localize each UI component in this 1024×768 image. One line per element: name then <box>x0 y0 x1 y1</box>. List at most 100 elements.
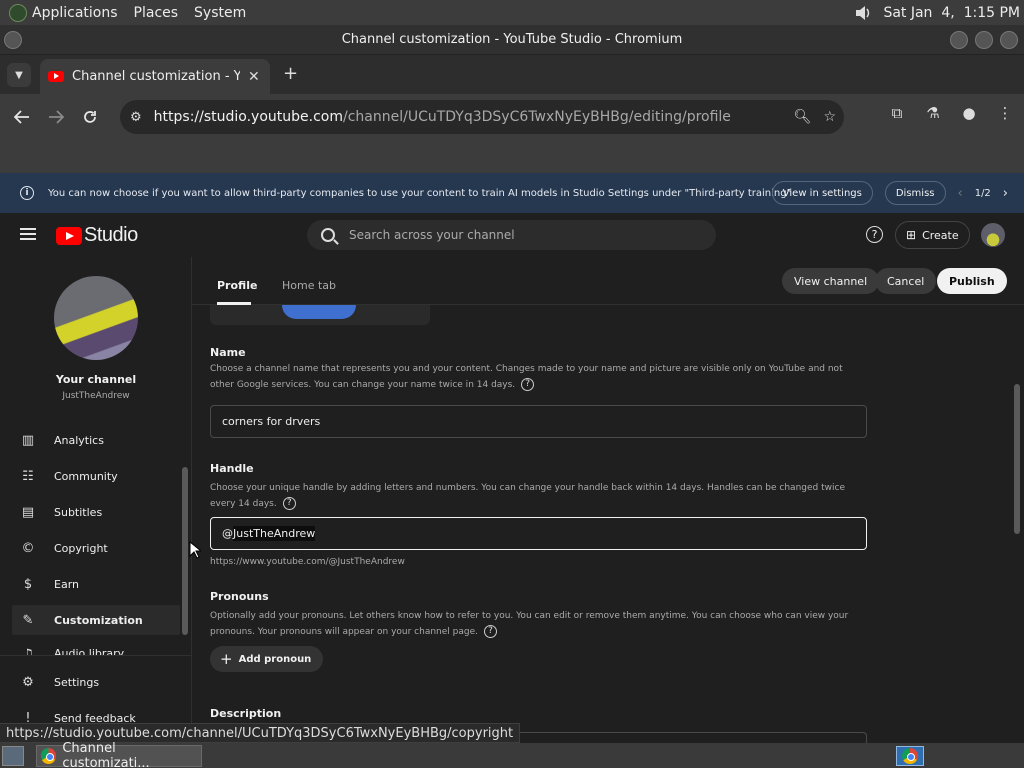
sidebar-item-audio-library[interactable]: ♫ Audio library <box>12 641 180 655</box>
extensions-icon[interactable]: ⧉ <box>886 102 908 124</box>
name-title: Name <box>210 346 246 359</box>
channel-avatar[interactable] <box>54 276 138 360</box>
back-arrow-icon <box>14 110 29 124</box>
add-pronoun-label: Add pronoun <box>238 653 312 665</box>
profile-icon[interactable]: ● <box>958 102 980 124</box>
subtitles-icon: ▤ <box>21 504 35 520</box>
gnome-foot-icon[interactable] <box>9 3 27 22</box>
site-info-icon[interactable]: ⚙ <box>130 110 142 125</box>
help-icon[interactable]: ? <box>282 497 296 510</box>
clock[interactable]: Sat Jan 4, 1:15 PM <box>883 5 1020 21</box>
account-avatar[interactable] <box>981 223 1005 247</box>
main-content: Profile Home tab View channel Cancel Pub… <box>192 257 1024 743</box>
main-scrollbar[interactable] <box>1014 384 1020 534</box>
sidebar-item-analytics[interactable]: ▥ Analytics <box>12 425 180 455</box>
window-titlebar[interactable]: Channel customization - YouTube Studio -… <box>0 25 1024 55</box>
handle-value: JustTheAndrew <box>233 526 316 541</box>
channel-handle: JustTheAndrew <box>62 391 130 401</box>
help-icon[interactable]: ? <box>521 378 535 391</box>
prev-chevron-icon[interactable]: ‹ <box>958 186 963 201</box>
create-label: Create <box>922 228 959 242</box>
copyright-icon: © <box>21 540 35 556</box>
handle-prefix: @ <box>222 527 233 540</box>
sidebar-item-label: Customization <box>54 613 143 627</box>
forward-button[interactable] <box>39 100 73 134</box>
url-path: /channel/UCuTDYq3DSyC6TwxNyEyBHBg/editin… <box>342 109 731 125</box>
window-menu-icon[interactable] <box>4 31 22 49</box>
profile-picture-preview <box>282 305 356 319</box>
next-chevron-icon[interactable]: › <box>1003 186 1008 201</box>
places-menu[interactable]: Places <box>134 5 179 21</box>
sidebar-item-customization[interactable]: ✎ Customization <box>12 605 180 635</box>
view-channel-button[interactable]: View channel <box>782 268 880 294</box>
sidebar-scrollbar[interactable] <box>182 467 188 635</box>
tab-title: Channel customization - YouTube Studio <box>72 69 240 84</box>
tab-profile[interactable]: Profile <box>217 279 257 292</box>
channel-name-field[interactable]: corners for drvers <box>210 405 867 438</box>
sidebar-item-settings[interactable]: ⚙ Settings <box>12 667 180 697</box>
taskbar-item-label: Channel customizati... <box>62 740 150 768</box>
banner-pager: 1/2 <box>974 187 991 199</box>
view-in-settings-button[interactable]: View in settings <box>771 181 873 205</box>
handle-url: https://www.youtube.com/@JustTheAndrew <box>210 557 405 567</box>
close-window-button[interactable] <box>1000 31 1018 49</box>
handle-description: Choose your unique handle by adding lett… <box>210 483 845 510</box>
sidebar-item-subtitles[interactable]: ▤ Subtitles <box>12 497 180 527</box>
sidebar-item-label: Subtitles <box>54 505 103 519</box>
youtube-logo-icon <box>56 226 82 245</box>
sidebar-item-earn[interactable]: $ Earn <box>12 569 180 599</box>
applications-menu[interactable]: Applications <box>32 5 118 21</box>
chromium-icon <box>41 747 57 764</box>
maximize-button[interactable] <box>975 31 993 49</box>
tab-search-button[interactable]: ▼ <box>7 63 31 87</box>
sidebar-item-label: Analytics <box>54 433 104 447</box>
plus-icon: + <box>220 650 233 668</box>
labs-flask-icon[interactable]: ⚗ <box>922 102 944 124</box>
sidebar-item-community[interactable]: ☷ Community <box>12 461 180 491</box>
publish-button[interactable]: Publish <box>937 268 1007 294</box>
help-icon[interactable]: ? <box>866 226 883 243</box>
zoom-icon[interactable]: 🔍︎ <box>794 109 812 125</box>
minimize-button[interactable] <box>950 31 968 49</box>
info-banner: i You can now choose if you want to allo… <box>0 173 1024 213</box>
channel-search-input[interactable]: Search across your channel <box>307 220 716 250</box>
sidebar-item-label: Audio library <box>54 647 125 655</box>
chromium-icon <box>902 747 918 764</box>
tab-close-icon[interactable]: ✕ <box>248 69 260 85</box>
system-menu[interactable]: System <box>194 5 246 21</box>
sidebar-item-label: Copyright <box>54 541 108 555</box>
your-channel-title: Your channel <box>55 373 137 386</box>
url-host: https://studio.youtube.com <box>153 109 343 125</box>
cancel-button[interactable]: Cancel <box>875 268 937 294</box>
earn-icon: $ <box>23 576 33 592</box>
add-pronoun-button[interactable]: + Add pronoun <box>210 646 324 672</box>
reload-icon <box>84 111 96 123</box>
new-tab-button[interactable]: + <box>283 63 298 84</box>
customization-tabs: Profile Home tab View channel Cancel Pub… <box>192 257 1024 305</box>
workspace-switcher[interactable] <box>896 745 924 766</box>
reload-button[interactable] <box>73 100 107 134</box>
taskbar-window-item[interactable]: Channel customizati... <box>36 741 202 768</box>
volume-icon[interactable] <box>853 4 873 22</box>
browser-tab[interactable]: Channel customization - YouTube Studio ✕ <box>40 59 270 94</box>
studio-logo[interactable]: Studio <box>56 224 138 247</box>
description-title: Description <box>210 707 282 720</box>
community-icon: ☷ <box>22 468 34 484</box>
create-button[interactable]: ⊞ Create <box>895 221 970 249</box>
address-bar[interactable]: ⚙ https://studio.youtube.com/channel/UCu… <box>120 100 844 134</box>
menu-kebab-icon[interactable]: ⋮ <box>994 102 1016 124</box>
sidebar-item-copyright[interactable]: © Copyright <box>12 533 180 563</box>
browser-toolbar: ⚙ https://studio.youtube.com/channel/UCu… <box>0 94 1024 140</box>
sidebar-item-label: Earn <box>54 577 79 591</box>
tab-home[interactable]: Home tab <box>282 279 336 292</box>
back-button[interactable] <box>5 100 39 134</box>
mouse-cursor-icon <box>189 541 201 559</box>
sidebar: Your channel JustTheAndrew ▥ Analytics ☷… <box>0 257 192 743</box>
help-icon[interactable]: ? <box>483 625 497 638</box>
show-desktop-button[interactable] <box>2 745 24 766</box>
handle-field[interactable]: @ JustTheAndrew <box>210 517 867 550</box>
hamburger-menu-icon[interactable] <box>20 228 36 240</box>
dismiss-button[interactable]: Dismiss <box>884 181 946 205</box>
forward-arrow-icon <box>49 110 64 124</box>
bookmark-star-icon[interactable]: ☆ <box>823 109 836 125</box>
